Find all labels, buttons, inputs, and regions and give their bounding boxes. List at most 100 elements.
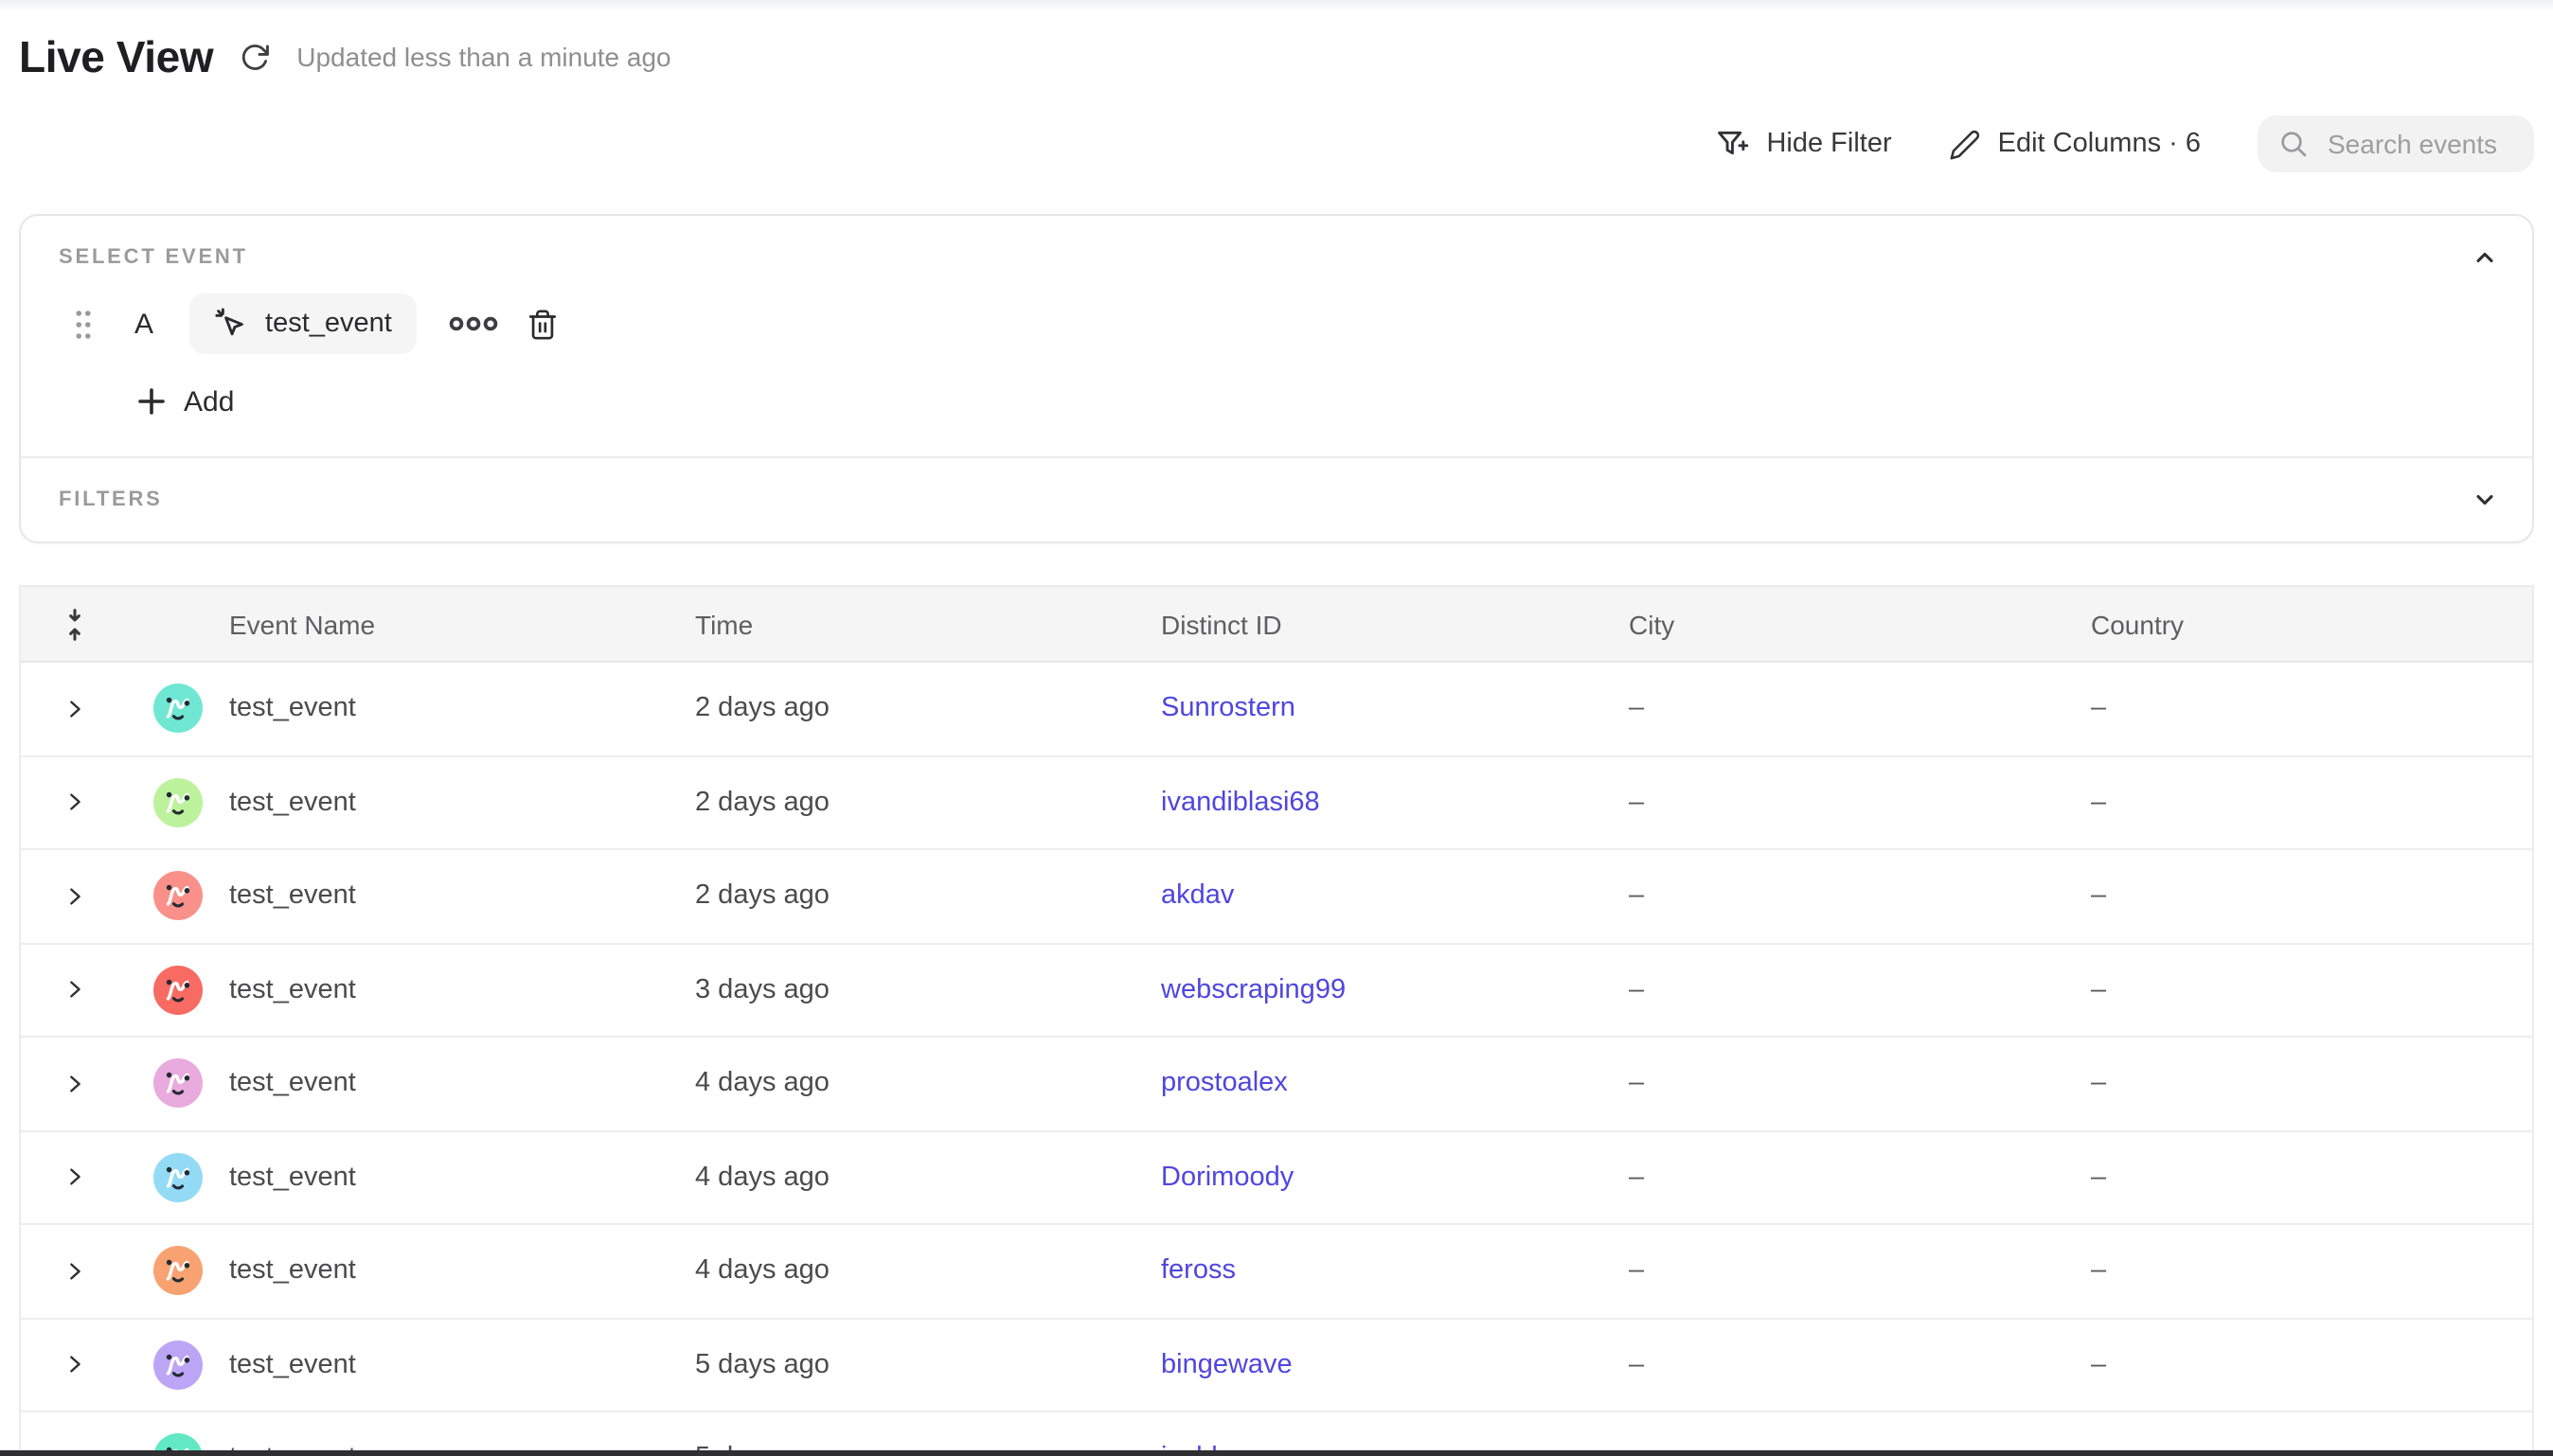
pencil-icon — [1949, 128, 1981, 160]
distinct-id-link[interactable]: prostoalex — [1161, 1069, 1288, 1099]
table-row[interactable]: test_event 4 days ago Dorimoody – – — [21, 1131, 2532, 1225]
user-avatar — [153, 872, 203, 921]
edit-columns-button[interactable]: Edit Columns · 6 — [1949, 128, 2201, 160]
column-header-city: City — [1629, 609, 2091, 639]
chevron-right-icon — [63, 1355, 84, 1376]
plus-icon — [138, 388, 165, 415]
search-icon — [2278, 129, 2309, 159]
filters-section[interactable]: FILTERS — [21, 456, 2532, 542]
expand-row-button[interactable] — [63, 1261, 84, 1282]
user-avatar — [153, 1341, 203, 1390]
event-row: A test_event — [74, 293, 2498, 354]
table-row[interactable]: test_event 2 days ago Sunrostern – – — [21, 663, 2532, 756]
selected-event-button[interactable]: test_event — [189, 293, 417, 354]
table-body: test_event 2 days ago Sunrostern – – — [21, 663, 2532, 1456]
time-cell: 2 days ago — [695, 694, 1161, 724]
city-cell: – — [1629, 1350, 2091, 1380]
country-cell: – — [2091, 1256, 2532, 1287]
trash-icon — [527, 308, 559, 340]
user-avatar — [153, 1153, 203, 1202]
event-name-cell: test_event — [229, 1069, 695, 1099]
city-cell: – — [1629, 788, 2091, 818]
event-name-cell: test_event — [229, 1256, 695, 1287]
top-gradient — [0, 0, 2553, 11]
city-cell: – — [1629, 881, 2091, 912]
chevron-right-icon — [63, 980, 84, 1001]
toolbar: Hide Filter Edit Columns · 6 — [19, 115, 2534, 172]
country-cell: – — [2091, 1163, 2532, 1193]
table-row[interactable]: test_event 3 days ago webscraping99 – – — [21, 944, 2532, 1038]
event-name-cell: test_event — [229, 788, 695, 818]
collapse-rows-button[interactable] — [60, 607, 88, 641]
refresh-button[interactable] — [238, 41, 270, 73]
column-header-distinct-id: Distinct ID — [1161, 609, 1629, 639]
column-header-event-name: Event Name — [229, 609, 695, 639]
delete-event-button[interactable] — [527, 308, 559, 340]
drag-handle-icon[interactable] — [74, 308, 93, 340]
live-view-page: Live View Updated less than a minute ago — [0, 0, 2553, 1456]
table-row[interactable]: test_event 5 days ago bingewave – – — [21, 1319, 2532, 1412]
distinct-id-link[interactable]: Dorimoody — [1161, 1163, 1294, 1193]
expand-row-button[interactable] — [63, 699, 84, 719]
more-options-button[interactable] — [449, 314, 498, 333]
table-row[interactable]: test_event 2 days ago akdav – – — [21, 850, 2532, 944]
distinct-id-link[interactable]: feross — [1161, 1256, 1236, 1287]
user-avatar — [153, 778, 203, 827]
expand-row-button[interactable] — [63, 980, 84, 1001]
country-cell: – — [2091, 1350, 2532, 1380]
chevron-up-icon — [2472, 244, 2498, 271]
chevron-right-icon — [63, 1074, 84, 1094]
expand-row-button[interactable] — [63, 1167, 84, 1188]
event-name-cell: test_event — [229, 1163, 695, 1193]
table-row[interactable]: test_event 2 days ago ivandiblasi68 – – — [21, 756, 2532, 850]
distinct-id-link[interactable]: bingewave — [1161, 1350, 1293, 1380]
cursor-click-icon — [214, 307, 248, 341]
filters-label: FILTERS — [59, 488, 163, 511]
country-cell: – — [2091, 694, 2532, 724]
time-cell: 2 days ago — [695, 881, 1161, 912]
chevron-right-icon — [63, 1261, 84, 1282]
ellipsis-icon — [449, 314, 498, 333]
user-avatar — [153, 1059, 203, 1109]
expand-row-button[interactable] — [63, 1074, 84, 1094]
chevron-right-icon — [63, 1167, 84, 1188]
collapse-rows-icon — [60, 607, 88, 641]
expand-filters-button[interactable] — [2472, 487, 2498, 513]
expand-row-button[interactable] — [63, 1355, 84, 1376]
distinct-id-link[interactable]: webscraping99 — [1161, 975, 1346, 1005]
event-letter: A — [134, 308, 153, 340]
event-name-cell: test_event — [229, 975, 695, 1005]
bottom-window-edge — [0, 1449, 2553, 1456]
city-cell: – — [1629, 1163, 2091, 1193]
distinct-id-link[interactable]: Sunrostern — [1161, 694, 1295, 724]
event-name-cell: test_event — [229, 694, 695, 724]
column-header-country: Country — [2091, 609, 2532, 639]
chevron-down-icon — [2472, 487, 2498, 513]
city-cell: – — [1629, 1256, 2091, 1287]
table-row[interactable]: test_event 4 days ago prostoalex – – — [21, 1038, 2532, 1131]
search-input[interactable] — [2324, 127, 2513, 161]
distinct-id-link[interactable]: akdav — [1161, 881, 1234, 912]
search-events-box[interactable] — [2258, 115, 2534, 172]
time-cell: 4 days ago — [695, 1069, 1161, 1099]
add-event-button[interactable]: Add — [138, 381, 234, 422]
collapse-select-event-button[interactable] — [2472, 244, 2498, 271]
refresh-icon — [238, 41, 270, 73]
expand-row-button[interactable] — [63, 886, 84, 907]
chevron-right-icon — [63, 699, 84, 719]
table-header: Event Name Time Distinct ID City Country — [21, 587, 2532, 663]
time-cell: 2 days ago — [695, 788, 1161, 818]
distinct-id-link[interactable]: ivandiblasi68 — [1161, 788, 1320, 818]
table-row[interactable]: test_event 4 days ago feross – – — [21, 1225, 2532, 1319]
user-avatar — [153, 1247, 203, 1296]
city-cell: – — [1629, 975, 2091, 1005]
event-name-cell: test_event — [229, 881, 695, 912]
user-avatar — [153, 684, 203, 734]
hide-filter-button[interactable]: Hide Filter — [1713, 126, 1891, 162]
events-table: Event Name Time Distinct ID City Country — [19, 585, 2534, 1456]
expand-row-button[interactable] — [63, 792, 84, 813]
updated-status-text: Updated less than a minute ago — [296, 42, 670, 72]
page-header: Live View Updated less than a minute ago — [19, 28, 2534, 85]
country-cell: – — [2091, 881, 2532, 912]
country-cell: – — [2091, 788, 2532, 818]
